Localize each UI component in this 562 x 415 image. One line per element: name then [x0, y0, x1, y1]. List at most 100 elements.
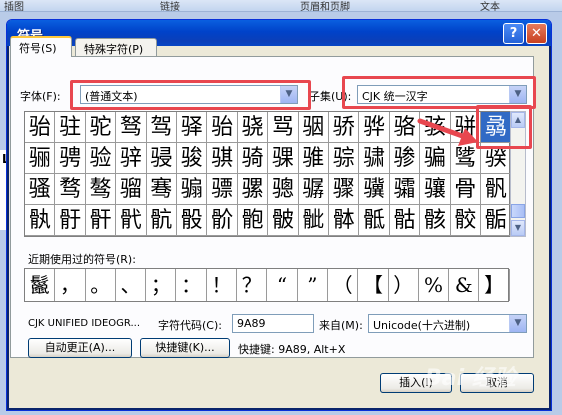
symbol-cell[interactable]: 骚: [25, 174, 56, 205]
recent-symbol-cell[interactable]: ”: [298, 269, 328, 301]
symbol-cell[interactable]: 骊: [25, 143, 56, 174]
symbol-cell[interactable]: 骐: [207, 143, 238, 174]
symbol-cell[interactable]: 骛: [55, 174, 86, 205]
recent-symbol-cell[interactable]: %: [419, 269, 450, 301]
symbol-cell[interactable]: 骡: [237, 174, 269, 205]
symbol-cell[interactable]: 骄: [329, 112, 360, 143]
symbol-cell[interactable]: 骰: [177, 205, 208, 236]
symbol-cell[interactable]: 骍: [116, 143, 147, 174]
symbol-cell[interactable]: 骺: [481, 205, 512, 236]
symbol-cell[interactable]: 骮: [116, 205, 147, 236]
symbol-cell[interactable]: 骹: [450, 205, 481, 236]
symbol-cell[interactable]: 骬: [55, 205, 86, 236]
from-combobox-value: Unicode(十六进制): [373, 319, 471, 332]
symbol-cell[interactable]: 骯: [146, 205, 177, 236]
recent-symbols-label: 近期使用过的符号(R):: [28, 253, 136, 266]
symbol-cell[interactable]: 骱: [207, 205, 238, 236]
from-combobox[interactable]: Unicode(十六进制) ▼: [368, 314, 527, 333]
symbol-cell[interactable]: 骸: [420, 205, 451, 236]
close-button[interactable]: ✕: [526, 23, 547, 44]
annotation-box-selected: [476, 105, 532, 149]
symbol-cell[interactable]: 骏: [177, 143, 208, 174]
ribbon-tab-header-footer[interactable]: 页眉和页脚: [300, 0, 350, 13]
symbol-cell[interactable]: 骪: [481, 174, 512, 205]
symbol-cell[interactable]: 驾: [146, 112, 177, 143]
symbol-cell[interactable]: 骕: [359, 143, 390, 174]
symbol-cell[interactable]: 骲: [237, 205, 269, 236]
symbol-cell[interactable]: 骫: [25, 205, 56, 236]
tab-symbols[interactable]: 符号(S): [10, 36, 72, 57]
help-button[interactable]: ?: [503, 23, 524, 44]
recent-symbol-cell[interactable]: ，: [55, 269, 86, 301]
symbol-cell[interactable]: 骧: [420, 174, 451, 205]
symbol-cell[interactable]: 骵: [329, 205, 360, 236]
char-code-input[interactable]: 9A89: [232, 314, 314, 333]
symbol-cell[interactable]: 验: [85, 143, 117, 174]
recent-symbol-cell[interactable]: 。: [86, 269, 116, 301]
ribbon-tab-text[interactable]: 文本: [480, 0, 500, 13]
recent-symbol-cell[interactable]: 】: [480, 269, 510, 301]
scrollbar-thumb[interactable]: [511, 204, 525, 218]
symbol-cell[interactable]: 骨: [450, 174, 481, 205]
symbol-cell[interactable]: 骴: [298, 205, 329, 236]
symbol-cell[interactable]: 驽: [116, 112, 147, 143]
shortcut-key-button[interactable]: 快捷键(K)...: [140, 338, 230, 358]
symbol-cell[interactable]: 骳: [268, 205, 299, 236]
cancel-button[interactable]: 取消: [460, 373, 534, 393]
recent-symbol-cell[interactable]: &: [449, 269, 480, 301]
symbol-cell[interactable]: 骟: [177, 174, 208, 205]
symbol-cell[interactable]: 骗: [420, 143, 451, 174]
symbol-cell[interactable]: 骁: [237, 112, 269, 143]
recent-symbol-cell[interactable]: ？: [237, 269, 268, 301]
symbol-cell[interactable]: 骣: [298, 174, 329, 205]
shortcut-text: 快捷键: 9A89, Alt+X: [238, 343, 346, 356]
recent-symbol-cell[interactable]: ！: [207, 269, 238, 301]
symbol-cell[interactable]: 骃: [298, 112, 329, 143]
symbol-cell[interactable]: 骶: [359, 205, 390, 236]
recent-symbol-cell[interactable]: 、: [116, 269, 147, 301]
symbol-cell[interactable]: 骂: [268, 112, 299, 143]
recent-symbol-cell[interactable]: ）: [389, 269, 419, 301]
symbol-cell[interactable]: 骜: [85, 174, 117, 205]
symbol-cell[interactable]: 骒: [268, 143, 299, 174]
recent-symbol-cell[interactable]: 【: [358, 269, 389, 301]
symbol-cell[interactable]: 骝: [116, 174, 147, 205]
symbol-cell[interactable]: 骅: [359, 112, 390, 143]
autocorrect-button[interactable]: 自动更正(A)...: [28, 338, 132, 358]
symbol-cell[interactable]: 驿: [177, 112, 208, 143]
symbol-cell[interactable]: 骓: [298, 143, 329, 174]
symbol-cell[interactable]: 骔: [329, 143, 360, 174]
symbol-cell[interactable]: 骦: [389, 174, 421, 205]
scroll-down-icon[interactable]: ▼: [511, 220, 525, 236]
symbol-cell[interactable]: 骀: [207, 112, 238, 143]
symbol-cell[interactable]: 骢: [268, 174, 299, 205]
word-ribbon: 插图 链接 页眉和页脚 文本: [0, 0, 562, 13]
symbol-cell[interactable]: 骞: [146, 174, 177, 205]
symbol-cell[interactable]: 骑: [237, 143, 269, 174]
symbol-cell[interactable]: 骎: [146, 143, 177, 174]
symbol-cell[interactable]: 骖: [389, 143, 421, 174]
symbol-cell[interactable]: 骥: [359, 174, 390, 205]
chevron-down-icon[interactable]: ▼: [509, 315, 526, 332]
recent-symbol-cell[interactable]: 鬣: [25, 269, 56, 301]
ribbon-tab-illustrations[interactable]: 插图: [4, 0, 24, 13]
symbol-cell[interactable]: 骆: [389, 112, 421, 143]
symbol-cell[interactable]: 骋: [55, 143, 86, 174]
recent-symbol-cell[interactable]: ：: [177, 269, 207, 301]
symbol-cell[interactable]: 驻: [55, 112, 86, 143]
tab-special-characters[interactable]: 特殊字符(P): [75, 38, 157, 57]
from-label: 来自(M):: [319, 319, 363, 332]
symbol-cell[interactable]: 骇: [420, 112, 451, 143]
symbol-cell[interactable]: 骭: [85, 205, 117, 236]
recent-symbol-cell[interactable]: （: [328, 269, 359, 301]
symbol-cell[interactable]: 驼: [85, 112, 117, 143]
recent-symbol-cell[interactable]: “: [267, 269, 298, 301]
recent-symbols-list: 鬣，。、；：！？ “” （【）% &】: [24, 268, 510, 302]
symbol-cell[interactable]: 骤: [329, 174, 360, 205]
insert-button[interactable]: 插入(I): [380, 373, 452, 393]
symbol-cell[interactable]: 骀: [25, 112, 56, 143]
recent-symbol-cell[interactable]: ；: [146, 269, 177, 301]
symbol-cell[interactable]: 骠: [207, 174, 238, 205]
symbol-cell[interactable]: 骷: [389, 205, 421, 236]
ribbon-tab-links[interactable]: 链接: [160, 0, 180, 13]
